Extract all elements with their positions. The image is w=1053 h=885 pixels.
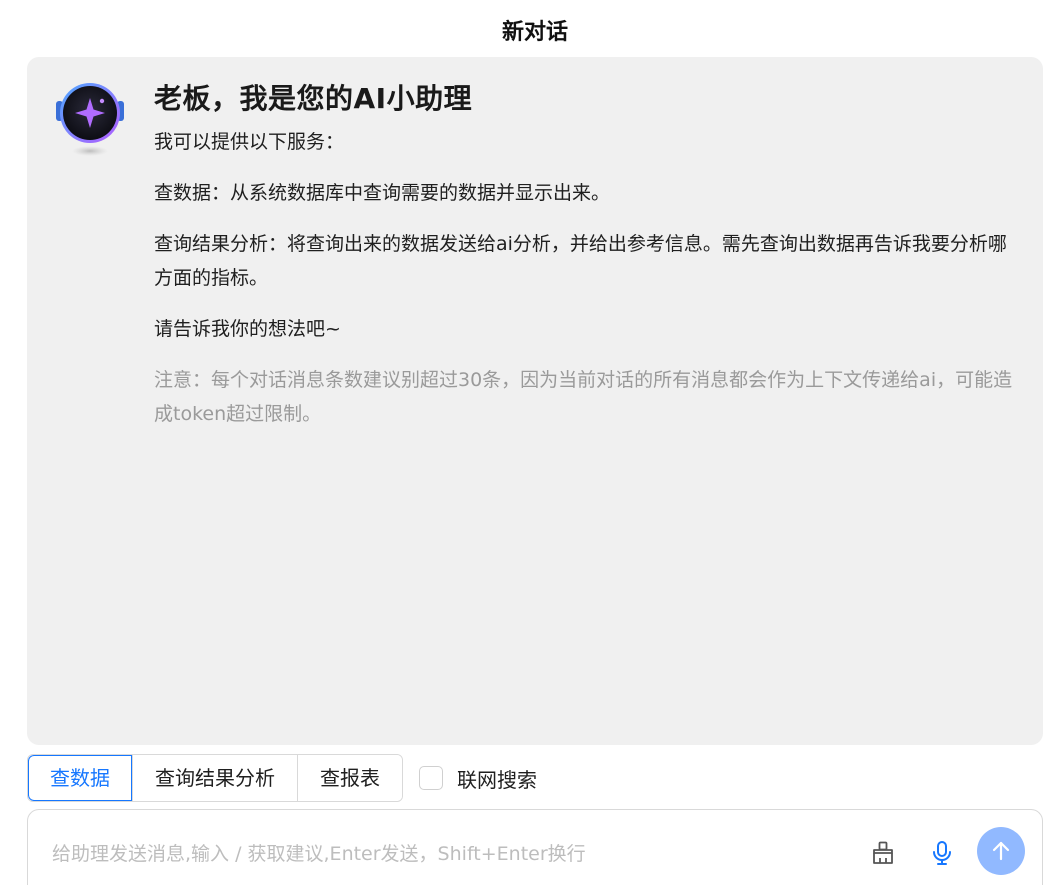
service-query-data: 查数据：从系统数据库中查询需要的数据并显示出来。: [154, 182, 611, 204]
assistant-prompt: 请告诉我你的想法吧~: [154, 318, 341, 340]
page-title: 新对话: [501, 20, 568, 45]
message-composer: [27, 809, 1043, 885]
mode-tab-query-data[interactable]: 查数据: [28, 755, 132, 801]
chat-page: 新对话 老板，我是您的AI小助理 我可以提供以下服务： 查数据：从系统数据库中查…: [0, 0, 1053, 885]
web-search-checkbox[interactable]: [419, 766, 443, 790]
usage-note: 注意：每个对话消息条数建议别超过30条，因为当前对话的所有消息都会作为上下文传递…: [154, 369, 1013, 425]
services-intro: 我可以提供以下服务：: [154, 131, 345, 153]
broom-icon[interactable]: [866, 836, 900, 870]
microphone-icon[interactable]: [925, 836, 959, 870]
message-input[interactable]: [50, 836, 844, 872]
mode-tab-result-analysis[interactable]: 查询结果分析: [132, 755, 297, 801]
send-button[interactable]: [977, 827, 1025, 875]
assistant-greeting-heading: 老板，我是您的AI小助理: [154, 82, 473, 115]
mode-tab-query-report[interactable]: 查报表: [297, 755, 402, 801]
web-search-toggle[interactable]: 联网搜索: [419, 764, 537, 793]
web-search-label: 联网搜索: [457, 767, 537, 792]
ai-robot-avatar-icon: [53, 79, 127, 161]
toolbar: 查数据 查询结果分析 查报表 联网搜索: [27, 754, 537, 802]
message-panel: 老板，我是您的AI小助理 我可以提供以下服务： 查数据：从系统数据库中查询需要的…: [27, 57, 1043, 745]
service-result-analysis: 查询结果分析：将查询出来的数据发送给ai分析，并给出参考信息。需先查询出数据再告…: [154, 233, 1007, 289]
arrow-up-icon: [992, 841, 1010, 861]
mode-segmented-control: 查数据 查询结果分析 查报表: [27, 754, 403, 802]
assistant-welcome-message: 老板，我是您的AI小助理 我可以提供以下服务： 查数据：从系统数据库中查询需要的…: [154, 77, 1024, 448]
